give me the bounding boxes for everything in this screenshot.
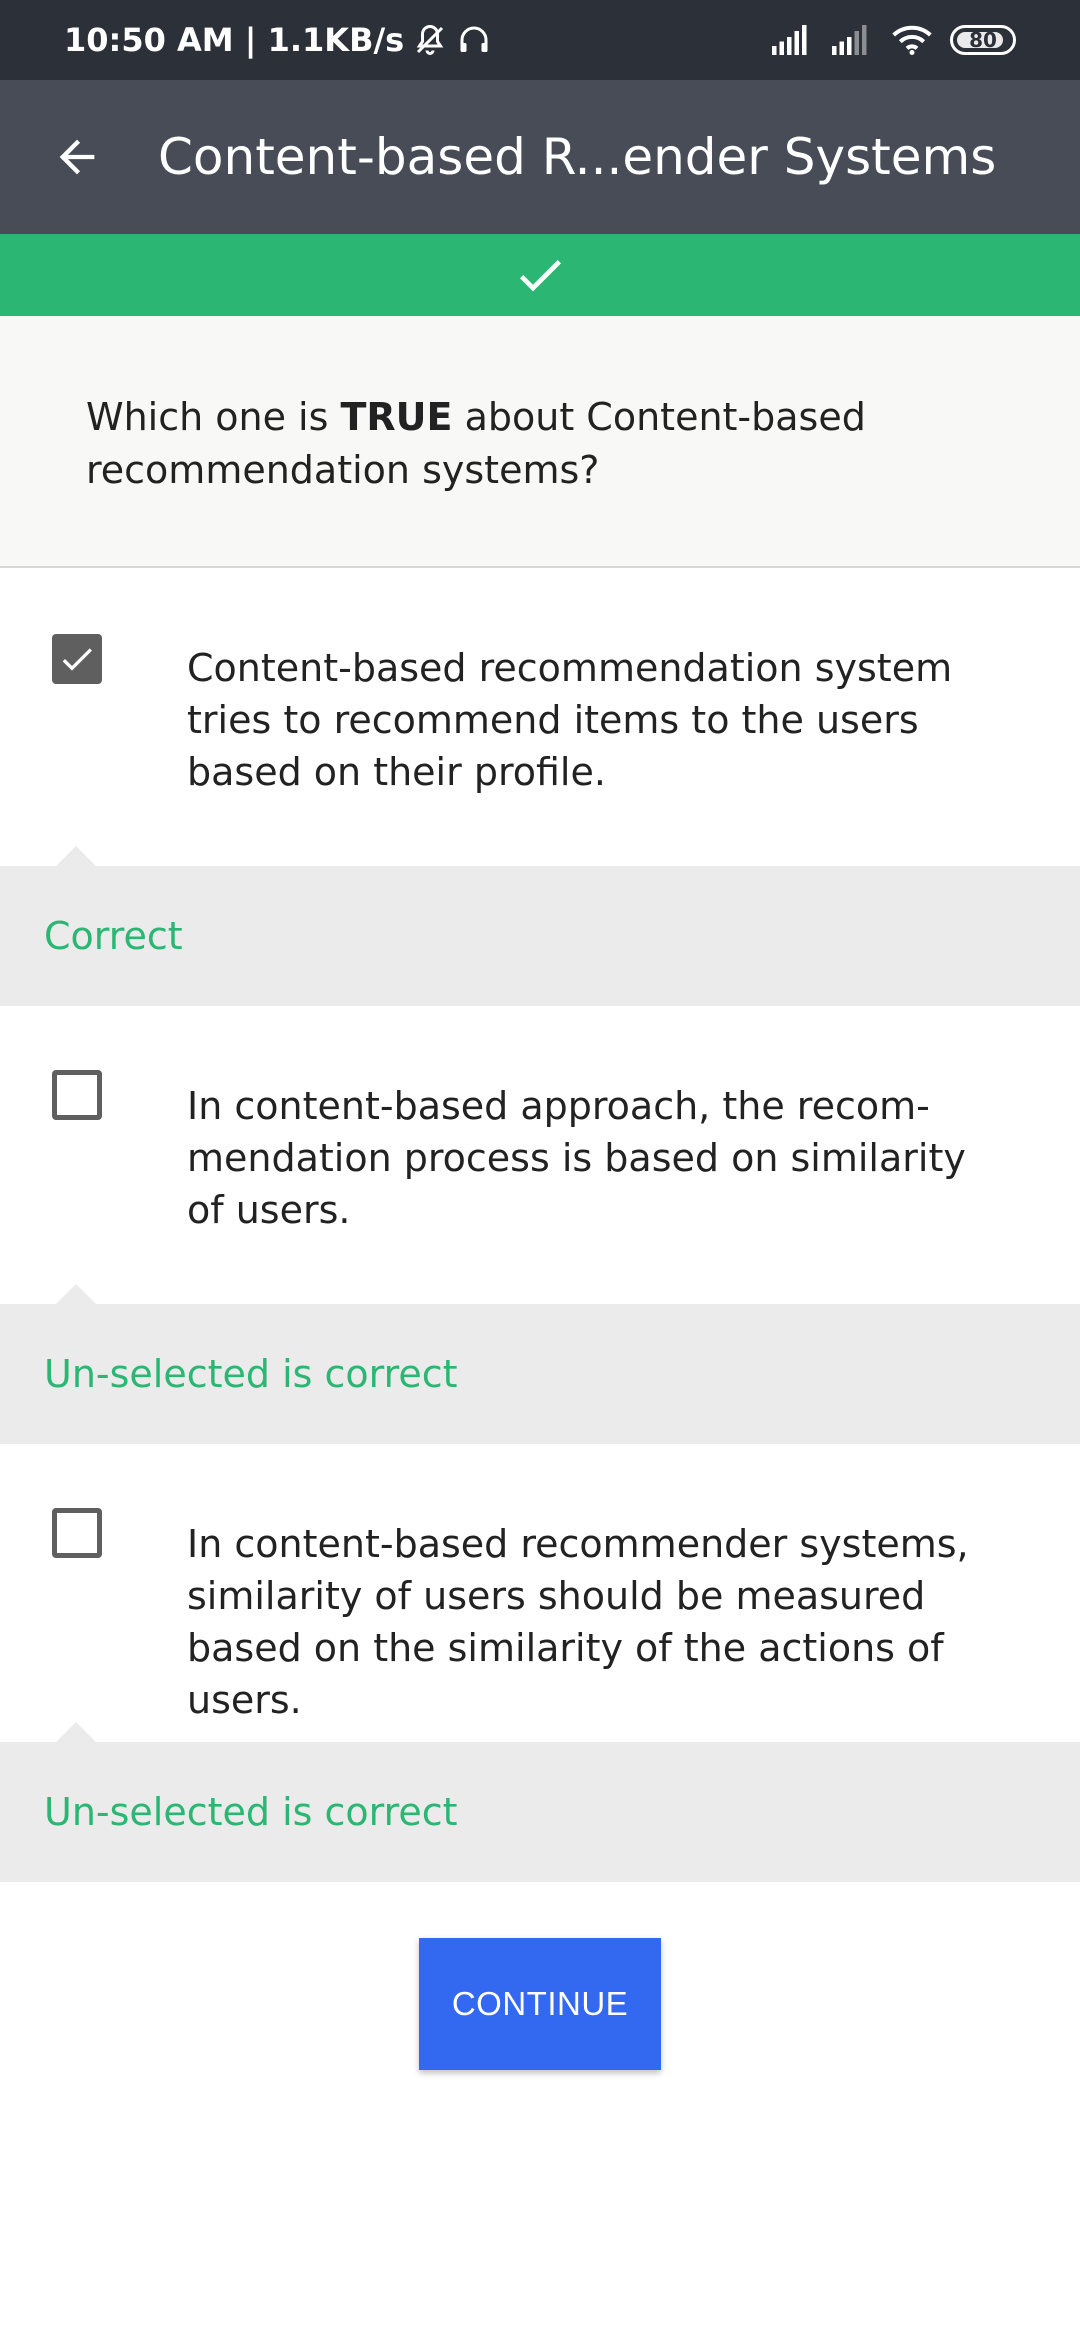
option-checkbox[interactable] [52, 1508, 102, 1558]
feedback-correct: Un-selected is correct [0, 1284, 1080, 1444]
continue-button[interactable]: CONTINUE [419, 1938, 661, 2070]
signal-icon [832, 24, 874, 56]
check-icon [62, 648, 92, 671]
arrow-left-icon [59, 139, 95, 175]
page-title: Content-based R...ender Systems [158, 128, 997, 186]
option-checkbox-checked[interactable] [52, 634, 102, 684]
signal-icon [772, 24, 814, 56]
status-right: 80 [772, 24, 1016, 56]
option-item[interactable]: In content-based recommender systems, si… [0, 1444, 1080, 1742]
option-text: Content-based recommendation system trie… [187, 646, 953, 794]
status-bar: 10:50 AM | 1.1KB/s 80 [0, 0, 1080, 80]
check-icon [519, 260, 561, 292]
option-item[interactable]: Content-based recommendation system trie… [0, 570, 1080, 866]
option-text: In content-based approach, the recom­men… [187, 1084, 966, 1232]
success-banner [0, 234, 1080, 316]
feedback-correct: Un-selected is correct [0, 1722, 1080, 1882]
battery-level: 80 [969, 28, 997, 52]
question-text: Which one is TRUE about Content-based re… [86, 391, 994, 497]
back-button[interactable] [0, 80, 154, 234]
feedback-correct: Correct [0, 846, 1080, 1006]
wifi-icon [892, 24, 932, 56]
headset-icon [456, 22, 492, 58]
mute-bell-icon [412, 22, 448, 58]
option-text: In content-based recommender systems, si… [187, 1522, 969, 1722]
status-time-speed: 10:50 AM | 1.1KB/s [64, 21, 405, 59]
option-item[interactable]: In content-based approach, the recom­men… [0, 1006, 1080, 1304]
app-bar: Content-based R...ender Systems [0, 80, 1080, 234]
question-panel: Which one is TRUE about Content-based re… [0, 316, 1080, 568]
status-left: 10:50 AM | 1.1KB/s [64, 21, 492, 59]
question-emphasis: TRUE [340, 395, 453, 439]
battery-icon: 80 [950, 25, 1016, 55]
option-checkbox[interactable] [52, 1070, 102, 1120]
question-prefix: Which one is [86, 395, 341, 439]
